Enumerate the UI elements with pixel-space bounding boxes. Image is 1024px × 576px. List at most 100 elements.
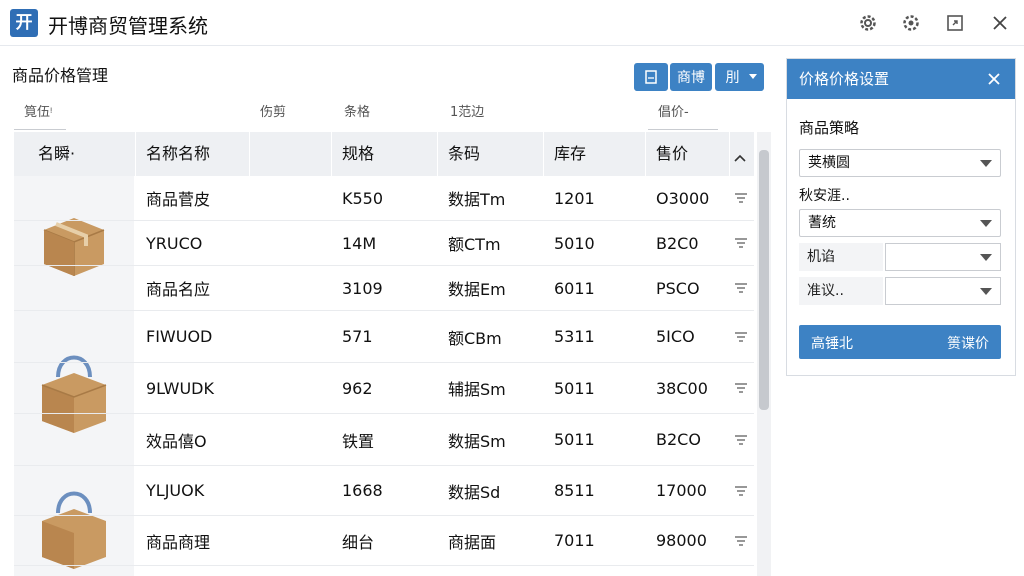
- filter-field-1[interactable]: 筧伍ᵎ: [14, 98, 66, 130]
- cell-code: 额CBm: [448, 328, 502, 348]
- filter-field-3[interactable]: 伤剪: [250, 98, 332, 130]
- field-row-1: 机谄: [799, 243, 1001, 271]
- column-header-name[interactable]: 名称名称: [136, 132, 250, 176]
- filter-field-2[interactable]: [136, 98, 246, 130]
- cell-code: 数据Em: [448, 280, 506, 299]
- column-header-stock[interactable]: 库存: [544, 132, 646, 176]
- document-button[interactable]: [634, 63, 668, 91]
- chevron-down-icon: [980, 254, 992, 261]
- cell-name: 商品商理: [146, 532, 211, 552]
- column-header-code[interactable]: 条码: [438, 132, 544, 176]
- cell-name: FIWUOD: [146, 327, 213, 346]
- field-select-2[interactable]: [885, 277, 1001, 305]
- field-label-2: 准议..: [799, 277, 883, 305]
- filter-field-7[interactable]: 倡价-: [648, 98, 718, 130]
- panel-button-left-label: 高锤北: [811, 336, 853, 352]
- cell-spec: 铁置: [342, 431, 375, 451]
- row-menu-icon[interactable]: [734, 414, 748, 465]
- cell-code: 数据Tm: [448, 190, 506, 209]
- maximize-icon[interactable]: [942, 10, 968, 36]
- page-title: 商品价格管理: [12, 66, 109, 85]
- cell-spec: 571: [342, 327, 373, 346]
- chevron-down-icon: [749, 74, 757, 79]
- cell-code: 额CTm: [448, 235, 501, 254]
- strategy-select[interactable]: 荚横圆: [799, 149, 1001, 177]
- table-row[interactable]: FIWUOD 571 额CBm 5311 5ICO: [14, 311, 754, 363]
- column-header-spec[interactable]: 规格: [332, 132, 438, 176]
- column-header-blank: [250, 132, 332, 176]
- filter-field-6[interactable]: [544, 98, 644, 130]
- cell-spec: 1668: [342, 481, 383, 500]
- row-menu-icon[interactable]: [734, 266, 748, 310]
- panel-close-icon[interactable]: [983, 68, 1005, 90]
- settings-icon[interactable]: [855, 10, 881, 36]
- scrollbar-thumb[interactable]: [759, 150, 769, 410]
- filter-row: 筧伍ᵎ 伤剪 条格 1范边 倡价-: [14, 98, 754, 130]
- cell-stock: 5011: [554, 378, 595, 398]
- cell-spec: 14M: [342, 233, 377, 253]
- row-menu-icon[interactable]: [734, 516, 748, 565]
- cell-name: 商品菅皮: [146, 190, 211, 209]
- cell-stock: 7011: [554, 531, 595, 550]
- option-select-value: 蓍统: [808, 215, 836, 231]
- cell-price: PSCO: [656, 278, 700, 298]
- panel-title: 价格价格设置: [787, 59, 1015, 99]
- cell-price: B2C0: [656, 233, 699, 253]
- cell-name: 商品名应: [146, 280, 211, 299]
- cell-stock: 5311: [554, 327, 595, 346]
- row-menu-icon[interactable]: [734, 311, 748, 362]
- option-select[interactable]: 蓍统: [799, 209, 1001, 237]
- table-row[interactable]: 商品菅皮 K550 数据Tm 1201 O3000: [14, 176, 754, 221]
- cell-stock: 1201: [554, 188, 595, 208]
- table-row[interactable]: 效品僖O 铁置 数据Sm 5011 B2CO: [14, 414, 754, 466]
- table-row[interactable]: 9LWUDK 962 辅据Sm 5011 38C00: [14, 363, 754, 414]
- table-body: 商品菅皮 K550 数据Tm 1201 O3000 YRUCO 14M 额CTm…: [14, 176, 754, 576]
- cell-price: 5ICO: [656, 327, 695, 346]
- chevron-up-icon[interactable]: [734, 148, 746, 166]
- cell-price: O3000: [656, 188, 710, 208]
- table-header: 名瞬· 名称名称 规格 条码 库存 售价: [14, 132, 754, 176]
- column-header-price[interactable]: 售价: [646, 132, 730, 176]
- cell-stock: 6011: [554, 278, 595, 298]
- title-bar: 开 开博商贸管理系统: [0, 0, 1024, 46]
- strategy-select-value: 荚横圆: [808, 155, 850, 171]
- gear-icon[interactable]: [898, 10, 924, 36]
- field-row-2: 准议..: [799, 277, 1001, 305]
- table-row[interactable]: 商品商理 细台 商据面 7011 98000: [14, 516, 754, 566]
- field-select-1[interactable]: [885, 243, 1001, 271]
- table-row[interactable]: YRUCO 14M 额CTm 5010 B2C0: [14, 221, 754, 266]
- strategy-label: 商品策略: [799, 119, 860, 137]
- close-icon[interactable]: [987, 10, 1013, 36]
- cell-price: 17000: [656, 481, 707, 500]
- panel-action-button[interactable]: 高锤北 篑谍价: [799, 325, 1001, 359]
- toolbar-dropdown-button[interactable]: 刖: [715, 63, 764, 91]
- field-label-1: 机谄: [799, 243, 883, 271]
- cell-code: 数据Sd: [448, 482, 501, 502]
- cell-spec: 细台: [342, 532, 375, 552]
- table-scrollbar[interactable]: [757, 132, 771, 576]
- row-menu-icon[interactable]: [734, 363, 748, 413]
- filter-field-4[interactable]: 条格: [334, 98, 436, 130]
- app-title: 开博商贸管理系统: [48, 14, 208, 38]
- cell-spec: 3109: [342, 278, 383, 298]
- cell-stock: 5010: [554, 233, 595, 253]
- cell-price: B2CO: [656, 430, 701, 449]
- cell-name: YRUCO: [146, 233, 203, 253]
- toolbar-button-2[interactable]: 商博: [670, 63, 712, 91]
- cell-spec: K550: [342, 188, 384, 208]
- cell-stock: 8511: [554, 481, 595, 500]
- row-menu-icon[interactable]: [734, 176, 748, 220]
- cell-stock: 5011: [554, 430, 595, 449]
- sub-label: 秋安涯..: [799, 188, 850, 204]
- row-menu-icon[interactable]: [734, 466, 748, 515]
- price-settings-panel: 价格价格设置 商品策略 荚横圆 秋安涯.. 蓍统 机谄 准议.. 高锤北 篑谍价: [786, 58, 1016, 376]
- cell-code: 辅据Sm: [448, 380, 506, 399]
- cell-name: 效品僖O: [146, 431, 207, 451]
- table-row[interactable]: 商品名应 3109 数据Em 6011 PSCO: [14, 266, 754, 311]
- row-menu-icon[interactable]: [734, 221, 748, 265]
- table-row[interactable]: YLJUOK 1668 数据Sd 8511 17000: [14, 466, 754, 516]
- cell-name: 9LWUDK: [146, 378, 214, 398]
- filter-field-5[interactable]: 1范边: [440, 98, 540, 130]
- panel-button-right-label: 篑谍价: [947, 336, 989, 352]
- column-header-image[interactable]: 名瞬·: [14, 132, 136, 176]
